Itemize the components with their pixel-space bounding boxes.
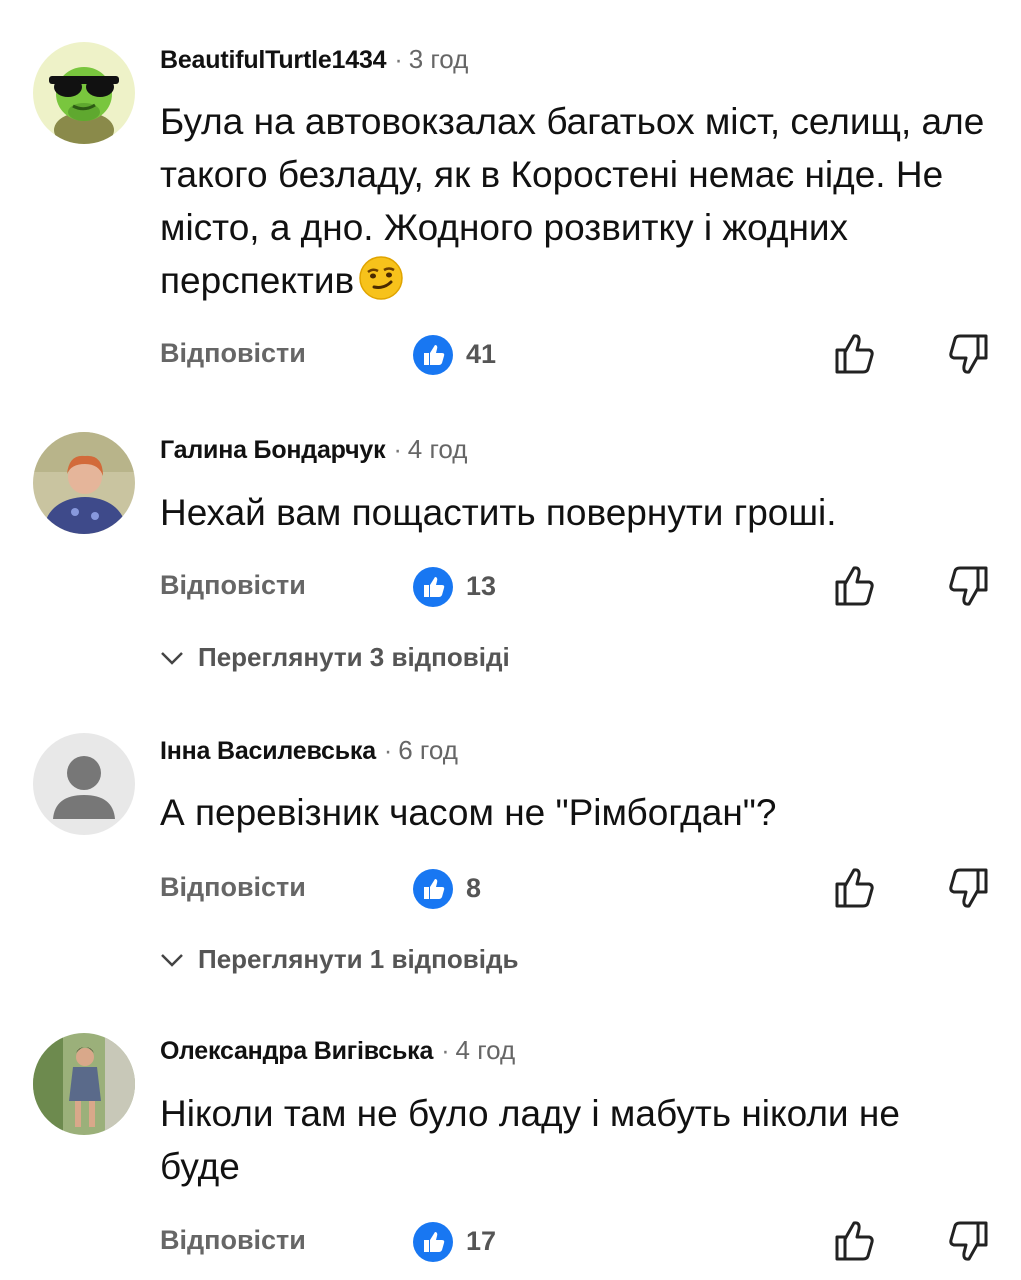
like-badge-icon bbox=[412, 868, 454, 910]
chevron-down-icon bbox=[161, 953, 183, 967]
like-count: 17 bbox=[466, 1226, 497, 1256]
comment-time: 4 год bbox=[455, 1035, 516, 1065]
reply-button[interactable]: Відповісти bbox=[160, 872, 306, 903]
comment-time: 6 год bbox=[398, 735, 458, 765]
comment-author[interactable]: Інна Василевська bbox=[160, 737, 376, 766]
thumbs-up-icon[interactable] bbox=[833, 1217, 877, 1263]
thumbs-up-icon[interactable] bbox=[833, 562, 877, 608]
thumbs-up-icon[interactable] bbox=[833, 864, 877, 910]
like-count: 41 bbox=[466, 339, 497, 369]
comment-author[interactable]: Галина Бондарчук bbox=[160, 436, 386, 465]
thumbs-down-icon[interactable] bbox=[946, 564, 990, 610]
photo-avatar[interactable] bbox=[33, 1033, 135, 1135]
comment-text: А перевізник часом не "Рімбогдан"? bbox=[160, 792, 777, 833]
thumbs-up-icon[interactable] bbox=[833, 330, 877, 376]
comment-author[interactable]: BeautifulTurtle1434 bbox=[160, 46, 387, 75]
separator-dot: · bbox=[394, 46, 403, 74]
view-replies-label: Переглянути 3 відповіді bbox=[198, 642, 510, 672]
comment-text: Нехай вам пощастить повернути гроші. bbox=[160, 492, 837, 533]
smirk-emoji-icon bbox=[358, 255, 404, 301]
view-replies-button[interactable]: Переглянути 3 відповіді bbox=[160, 642, 510, 673]
separator-dot: · bbox=[393, 436, 402, 464]
like-badge-icon bbox=[412, 566, 454, 608]
like-count: 8 bbox=[466, 873, 482, 903]
comment-author[interactable]: Олександра Вигівська bbox=[160, 1037, 433, 1066]
thumbs-down-icon[interactable] bbox=[946, 332, 990, 378]
view-replies-button[interactable]: Переглянути 1 відповідь bbox=[160, 944, 518, 975]
like-badge-icon bbox=[412, 334, 454, 376]
like-badge-icon bbox=[412, 1221, 454, 1263]
photo-avatar[interactable] bbox=[33, 432, 135, 534]
thumbs-down-icon[interactable] bbox=[946, 866, 990, 912]
reply-button[interactable]: Відповісти bbox=[160, 1225, 306, 1256]
default-user-avatar[interactable] bbox=[33, 733, 135, 835]
like-count: 13 bbox=[466, 571, 497, 601]
reply-button[interactable]: Відповісти bbox=[160, 570, 306, 601]
separator-dot: · bbox=[383, 737, 393, 765]
comment-time: 3 год bbox=[408, 44, 469, 74]
separator-dot: · bbox=[441, 1037, 450, 1065]
thumbs-down-icon[interactable] bbox=[946, 1219, 990, 1265]
comment-text: Ніколи там не було ладу і мабуть ніколи … bbox=[160, 1093, 900, 1187]
comment-time: 4 год bbox=[407, 434, 468, 464]
reply-button[interactable]: Відповісти bbox=[160, 338, 306, 369]
view-replies-label: Переглянути 1 відповідь bbox=[198, 944, 519, 974]
turtle-sunglasses-avatar[interactable] bbox=[33, 42, 135, 144]
comment-text: Була на автовокзалах багатьох міст, сели… bbox=[160, 101, 985, 301]
comment-text-block: Була на автовокзалах багатьох міст, сели… bbox=[160, 95, 1000, 307]
chevron-down-icon bbox=[161, 651, 183, 665]
